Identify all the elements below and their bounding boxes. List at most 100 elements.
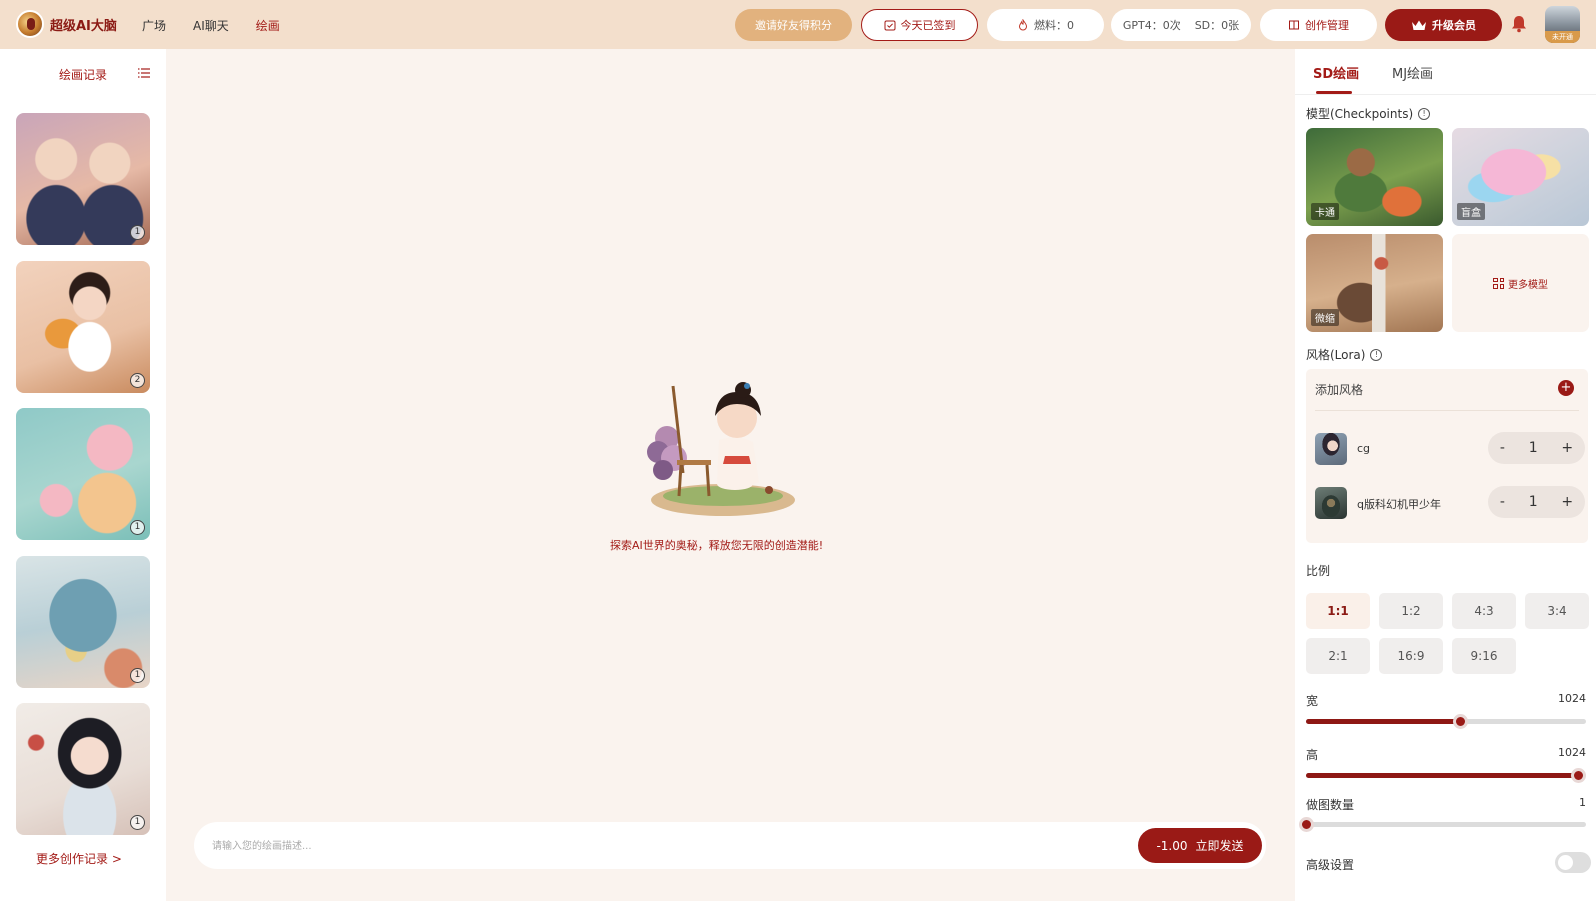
lora-name: q版科幻机甲少年 — [1357, 498, 1441, 511]
painting-girl-illustration — [647, 382, 795, 516]
user-avatar[interactable]: 未开通 — [1545, 6, 1580, 43]
calendar-check-icon — [884, 20, 895, 31]
model-name: 盲盒 — [1457, 203, 1485, 220]
upgrade-vip-button[interactable]: 升级会员 — [1385, 9, 1502, 41]
history-thumbnail[interactable]: 1 — [16, 113, 150, 245]
advanced-settings-label: 高级设置 — [1306, 858, 1355, 872]
slider-handle[interactable] — [1453, 714, 1468, 729]
lora-weight-stepper: - 1 + — [1488, 432, 1585, 464]
history-thumbnail[interactable]: 1 — [16, 703, 150, 835]
ratio-option-2-1[interactable]: 2:1 — [1306, 638, 1370, 674]
app-logo[interactable]: 超级AI大脑 — [16, 10, 117, 38]
creation-manage-label: 创作管理 — [1305, 19, 1349, 32]
main-nav: 广场 AI聊天 绘画 — [142, 17, 280, 34]
lora-section-label: 风格(Lora) ! — [1306, 346, 1383, 363]
advanced-settings-toggle[interactable] — [1555, 852, 1591, 873]
ratio-option-1-1[interactable]: 1:1 — [1306, 593, 1370, 629]
upgrade-vip-label: 升级会员 — [1432, 19, 1476, 32]
settings-panel: SD绘画 MJ绘画 模型(Checkpoints) ! 卡通 盲盒 微缩 更多模… — [1295, 49, 1596, 901]
invite-friends-label: 邀请好友得积分 — [755, 19, 832, 32]
increment-button[interactable]: + — [1561, 440, 1573, 456]
nav-item-square[interactable]: 广场 — [142, 17, 166, 34]
more-models-label: 更多模型 — [1508, 279, 1548, 291]
send-button[interactable]: -1.00 立即发送 — [1138, 828, 1262, 863]
width-slider[interactable] — [1306, 714, 1586, 729]
lora-weight-stepper: - 1 + — [1488, 486, 1585, 518]
crown-icon — [1412, 20, 1426, 30]
more-records-link[interactable]: 更多创作记录 > — [36, 850, 122, 867]
image-count-label: 做图数量 — [1306, 798, 1355, 812]
daily-signin-label: 今天已签到 — [900, 19, 956, 32]
nav-item-drawing[interactable]: 绘画 — [256, 17, 280, 34]
height-slider[interactable] — [1306, 768, 1586, 783]
prompt-input[interactable] — [212, 836, 1092, 856]
grid-icon — [1493, 277, 1504, 289]
fuel-label: 燃料：0 — [1034, 19, 1074, 32]
tab-sd-drawing[interactable]: SD绘画 — [1313, 63, 1359, 82]
daily-signin-button[interactable]: 今天已签到 — [861, 9, 978, 41]
ratio-option-4-3[interactable]: 4:3 — [1452, 593, 1516, 629]
flame-icon — [1018, 19, 1028, 31]
drawing-mode-tabs: SD绘画 MJ绘画 — [1295, 49, 1596, 95]
ratio-option-1-2[interactable]: 1:2 — [1379, 593, 1443, 629]
width-label: 宽 — [1306, 694, 1319, 708]
creation-manage-button[interactable]: 创作管理 — [1260, 9, 1377, 41]
increment-button[interactable]: + — [1561, 494, 1573, 510]
sd-quota: SD：0张 — [1194, 19, 1240, 32]
image-count-badge: 1 — [130, 225, 145, 240]
drawing-history-sidebar: 绘画记录 1 2 1 1 1 更多创作记录 > — [0, 49, 166, 901]
tab-mj-drawing[interactable]: MJ绘画 — [1392, 63, 1433, 82]
brain-logo-icon — [16, 10, 44, 38]
fuel-balance[interactable]: 燃料：0 — [987, 9, 1104, 41]
info-icon[interactable]: ! — [1418, 107, 1431, 120]
lora-list: 添加风格 + cg - 1 + q版科幻机甲少年 - 1 + — [1306, 369, 1588, 543]
lora-weight-value: 1 — [1528, 494, 1538, 510]
model-label: 模型(Checkpoints) — [1306, 107, 1414, 121]
image-count-badge: 1 — [130, 668, 145, 683]
width-value: 1024 — [1558, 692, 1586, 705]
add-style-plus-icon[interactable]: + — [1558, 380, 1574, 396]
list-icon[interactable] — [137, 66, 151, 80]
send-cost: -1.00 — [1156, 838, 1188, 853]
lora-thumbnail — [1315, 433, 1347, 465]
info-icon[interactable]: ! — [1370, 348, 1383, 361]
ratio-option-9-16[interactable]: 9:16 — [1452, 638, 1516, 674]
slider-fill — [1306, 773, 1578, 778]
model-name: 卡通 — [1311, 203, 1339, 220]
nav-item-ai-chat[interactable]: AI聊天 — [193, 17, 229, 34]
model-section-label: 模型(Checkpoints) ! — [1306, 105, 1431, 122]
divider — [1315, 410, 1579, 411]
model-card-cartoon[interactable]: 卡通 — [1306, 128, 1443, 226]
invite-friends-button[interactable]: 邀请好友得积分 — [735, 9, 852, 41]
image-count-badge: 1 — [130, 520, 145, 535]
prompt-bar: -1.00 立即发送 — [194, 822, 1266, 869]
height-label: 高 — [1306, 748, 1319, 762]
image-count-slider[interactable] — [1299, 817, 1586, 832]
ratio-option-16-9[interactable]: 16:9 — [1379, 638, 1443, 674]
model-name: 微缩 — [1311, 309, 1339, 326]
history-thumbnail[interactable]: 1 — [16, 408, 150, 540]
slider-handle[interactable] — [1299, 817, 1314, 832]
gpt4-quota: GPT4：0次 — [1122, 19, 1181, 32]
slider-fill — [1306, 719, 1460, 724]
height-value: 1024 — [1558, 746, 1586, 759]
lora-weight-value: 1 — [1528, 440, 1538, 456]
more-models-button[interactable]: 更多模型 — [1452, 234, 1589, 332]
history-thumbnail[interactable]: 1 — [16, 556, 150, 688]
send-label: 立即发送 — [1195, 839, 1244, 853]
decrement-button[interactable]: - — [1500, 440, 1505, 456]
ratio-option-3-4[interactable]: 3:4 — [1525, 593, 1589, 629]
bell-icon[interactable] — [1509, 14, 1529, 34]
slider-handle[interactable] — [1570, 768, 1586, 783]
image-count-badge: 2 — [130, 373, 145, 388]
history-thumbnail[interactable]: 2 — [16, 261, 150, 393]
model-card-blindbox[interactable]: 盲盒 — [1452, 128, 1589, 226]
decrement-button[interactable]: - — [1500, 494, 1505, 510]
lora-name: cg — [1357, 442, 1371, 455]
lora-label: 风格(Lora) — [1306, 348, 1366, 362]
model-card-miniature[interactable]: 微缩 — [1306, 234, 1443, 332]
ratio-label: 比例 — [1306, 564, 1331, 578]
membership-status-badge: 未开通 — [1545, 31, 1580, 43]
usage-quota: GPT4：0次 SD：0张 — [1111, 9, 1251, 41]
empty-state-text: 探索AI世界的奥秘，释放您无限的创造潜能! — [610, 539, 824, 552]
